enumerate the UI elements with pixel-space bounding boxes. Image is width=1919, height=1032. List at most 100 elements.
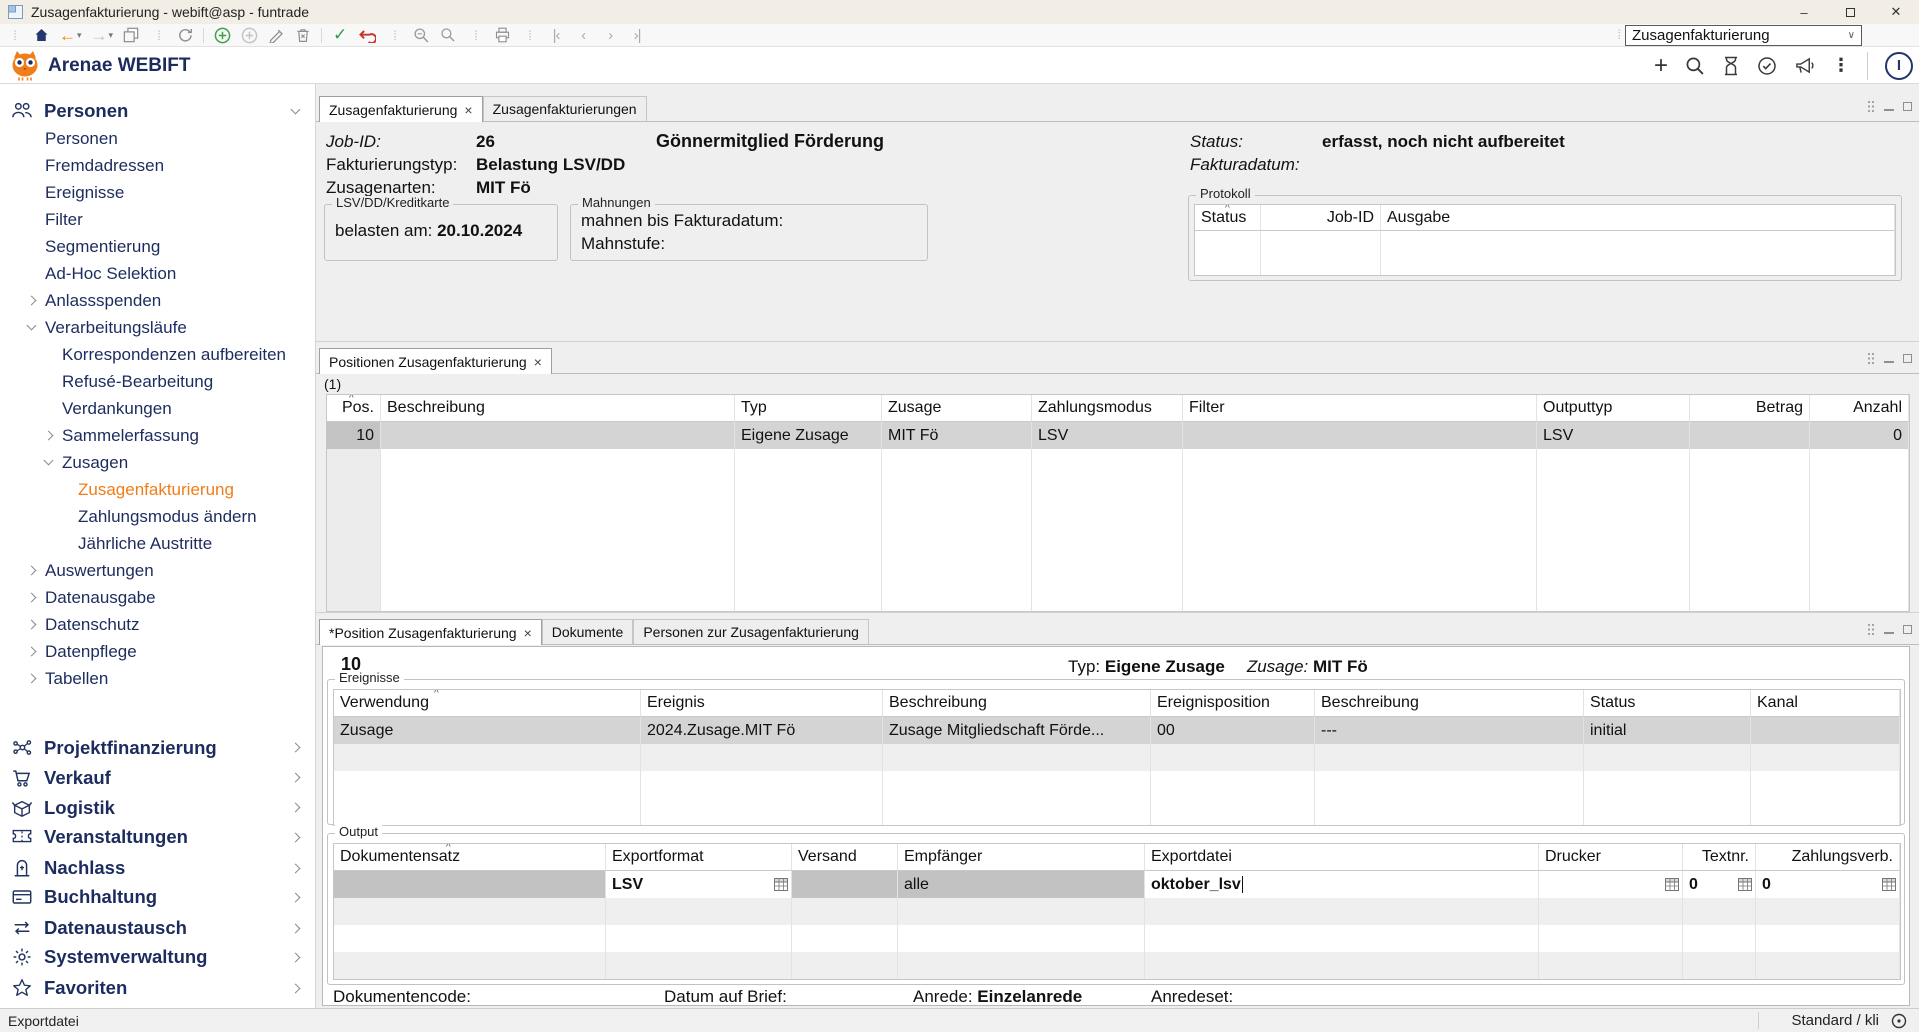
sidebar-item-personen[interactable]: Personen <box>0 125 315 152</box>
home-button[interactable] <box>32 25 50 46</box>
add-button[interactable] <box>213 25 231 46</box>
grid-lookup-icon[interactable] <box>774 878 788 891</box>
tab-zusagenfakturierung[interactable]: Zusagenfakturierung × <box>319 96 483 122</box>
column-header-empfaenger[interactable]: Empfänger <box>898 844 1145 871</box>
sidebar-item-zahlungsmodus-aendern[interactable]: Zahlungsmodus ändern <box>0 503 315 530</box>
sidebar-item-zusagenfakturierung[interactable]: Zusagenfakturierung <box>0 476 315 503</box>
sidebar-item-anlassspenden[interactable]: Anlassspenden <box>0 287 315 314</box>
column-header-outputtyp[interactable]: Outputtyp <box>1537 395 1690 422</box>
column-header-zahlungsverb[interactable]: Zahlungsverb. <box>1756 844 1900 871</box>
column-header-verwendung[interactable]: Verwendung^ <box>334 690 641 717</box>
column-header-dokumentensatz[interactable]: Dokumentensatz^ <box>334 844 606 871</box>
column-header-beschreibung[interactable]: Beschreibung <box>883 690 1151 717</box>
column-header-versand[interactable]: Versand <box>792 844 898 871</box>
panel-grip-icon[interactable] <box>1867 100 1875 113</box>
tab-position-zusagenfakturierung[interactable]: *Position Zusagenfakturierung × <box>319 619 542 645</box>
sidebar-item-fremdadressen[interactable]: Fremdadressen <box>0 152 315 179</box>
sidebar-item-ereignisse[interactable]: Ereignisse <box>0 179 315 206</box>
column-header-beschreibung2[interactable]: Beschreibung <box>1315 690 1584 717</box>
sidebar-module-favoriten[interactable]: Favoriten <box>0 973 315 1003</box>
column-header-zahlungsmodus[interactable]: Zahlungsmodus <box>1032 395 1183 422</box>
column-header-textnr[interactable]: Textnr. <box>1683 844 1756 871</box>
sidebar-module-projektfinanzierung[interactable]: Projektfinanzierung <box>0 733 315 763</box>
global-search-button[interactable] <box>1685 56 1705 76</box>
sidebar-module-systemverwaltung[interactable]: Systemverwaltung <box>0 942 315 972</box>
zoom-out-button[interactable] <box>412 25 430 46</box>
sidebar-item-auswertungen[interactable]: Auswertungen <box>0 557 315 584</box>
column-header-ereignisposition[interactable]: Ereignisposition <box>1151 690 1315 717</box>
cell-dokumentensatz[interactable] <box>334 871 606 898</box>
sidebar-module-logistik[interactable]: Logistik <box>0 793 315 823</box>
panel-maximize-icon[interactable] <box>1903 102 1912 111</box>
grid-lookup-icon[interactable] <box>1738 878 1752 891</box>
user-badge[interactable]: I <box>1885 52 1913 80</box>
panel-minimize-icon[interactable] <box>1884 361 1894 363</box>
column-header-kanal[interactable]: Kanal <box>1751 690 1900 717</box>
column-header-pos[interactable]: Pos.^ <box>327 395 381 422</box>
sidebar-item-segmentierung[interactable]: Segmentierung <box>0 233 315 260</box>
column-header-status[interactable]: Status <box>1584 690 1751 717</box>
column-header-beschreibung[interactable]: Beschreibung <box>381 395 735 422</box>
chevron-down-icon[interactable] <box>291 105 301 115</box>
delete-button[interactable] <box>294 25 312 46</box>
column-header-ausgabe[interactable]: Ausgabe <box>1381 205 1895 231</box>
announcements-button[interactable] <box>1794 56 1815 75</box>
cell-zahlungsverb[interactable]: 0 <box>1756 871 1900 898</box>
sidebar-item-datenausgabe[interactable]: Datenausgabe <box>0 584 315 611</box>
sidebar-item-sammelerfassung[interactable]: Sammelerfassung <box>0 422 315 449</box>
sidebar-item-korrespondenzen[interactable]: Korrespondenzen aufbereiten <box>0 341 315 368</box>
cell-versand[interactable] <box>792 871 898 898</box>
sidebar-item-refuse-bearbeitung[interactable]: Refusé-Bearbeitung <box>0 368 315 395</box>
close-button[interactable]: ✕ <box>1873 0 1919 24</box>
column-header-betrag[interactable]: Betrag <box>1690 395 1810 422</box>
sidebar-item-datenschutz[interactable]: Datenschutz <box>0 611 315 638</box>
edit-button[interactable] <box>267 25 285 46</box>
positionen-row-selected[interactable]: 10 Eigene Zusage MIT Fö LSV LSV 0 <box>327 422 1909 449</box>
panel-minimize-icon[interactable] <box>1884 632 1894 634</box>
search-button[interactable] <box>439 25 457 46</box>
first-record-button[interactable]: |‹ <box>547 25 565 46</box>
pending-jobs-button[interactable] <box>1722 56 1740 76</box>
sidebar-item-jaehrliche-austritte[interactable]: Jährliche Austritte <box>0 530 315 557</box>
panel-maximize-icon[interactable] <box>1903 354 1912 363</box>
cell-exportformat[interactable]: LSV <box>606 871 792 898</box>
tab-close-icon[interactable]: × <box>464 102 472 118</box>
sidebar-module-veranstaltungen[interactable]: Veranstaltungen <box>0 822 315 852</box>
prev-record-button[interactable]: ‹ <box>574 25 592 46</box>
tab-zusagenfakturierungen[interactable]: Zusagenfakturierungen <box>483 96 647 121</box>
new-button[interactable]: + <box>1654 54 1668 78</box>
print-button[interactable] <box>493 25 511 46</box>
add-secondary-button[interactable] <box>240 25 258 46</box>
sidebar-item-datenpflege[interactable]: Datenpflege <box>0 638 315 665</box>
column-header-jobid[interactable]: Job-ID <box>1261 205 1381 231</box>
tab-close-icon[interactable]: × <box>534 354 542 370</box>
sidebar-item-adhoc-selektion[interactable]: Ad-Hoc Selektion <box>0 260 315 287</box>
minimize-button[interactable]: – <box>1781 0 1827 24</box>
grid-lookup-icon[interactable] <box>1665 878 1679 891</box>
forward-button[interactable]: →▾ <box>91 25 114 46</box>
panel-minimize-icon[interactable] <box>1884 109 1894 111</box>
column-header-exportformat[interactable]: Exportformat <box>606 844 792 871</box>
column-header-zusage[interactable]: Zusage <box>882 395 1032 422</box>
forward-dropdown-icon[interactable]: ▾ <box>109 30 114 41</box>
sidebar-module-personen[interactable]: Personen <box>0 96 315 126</box>
panel-maximize-icon[interactable] <box>1903 625 1912 634</box>
output-row[interactable]: LSV alle oktober_lsv 0 <box>334 871 1900 898</box>
panel-grip-icon[interactable] <box>1867 352 1875 365</box>
maximize-button[interactable] <box>1827 0 1873 24</box>
column-header-anzahl[interactable]: Anzahl <box>1810 395 1909 422</box>
back-button[interactable]: ←▾ <box>59 25 82 46</box>
column-header-exportdatei[interactable]: Exportdatei <box>1145 844 1539 871</box>
column-header-filter[interactable]: Filter <box>1183 395 1537 422</box>
confirm-button[interactable]: ✓ <box>331 25 349 46</box>
last-record-button[interactable]: ›| <box>628 25 646 46</box>
status-indicator-icon[interactable] <box>1891 1013 1907 1029</box>
column-header-drucker[interactable]: Drucker <box>1539 844 1683 871</box>
cell-empfaenger[interactable]: alle <box>898 871 1145 898</box>
tab-positionen-zusagenfakturierung[interactable]: Positionen Zusagenfakturierung × <box>319 348 552 374</box>
more-menu-button[interactable]: ⋮ <box>1832 55 1850 76</box>
column-header-typ[interactable]: Typ <box>735 395 882 422</box>
grid-lookup-icon[interactable] <box>1882 878 1896 891</box>
cell-textnr[interactable]: 0 <box>1683 871 1756 898</box>
undo-button[interactable] <box>358 25 376 46</box>
